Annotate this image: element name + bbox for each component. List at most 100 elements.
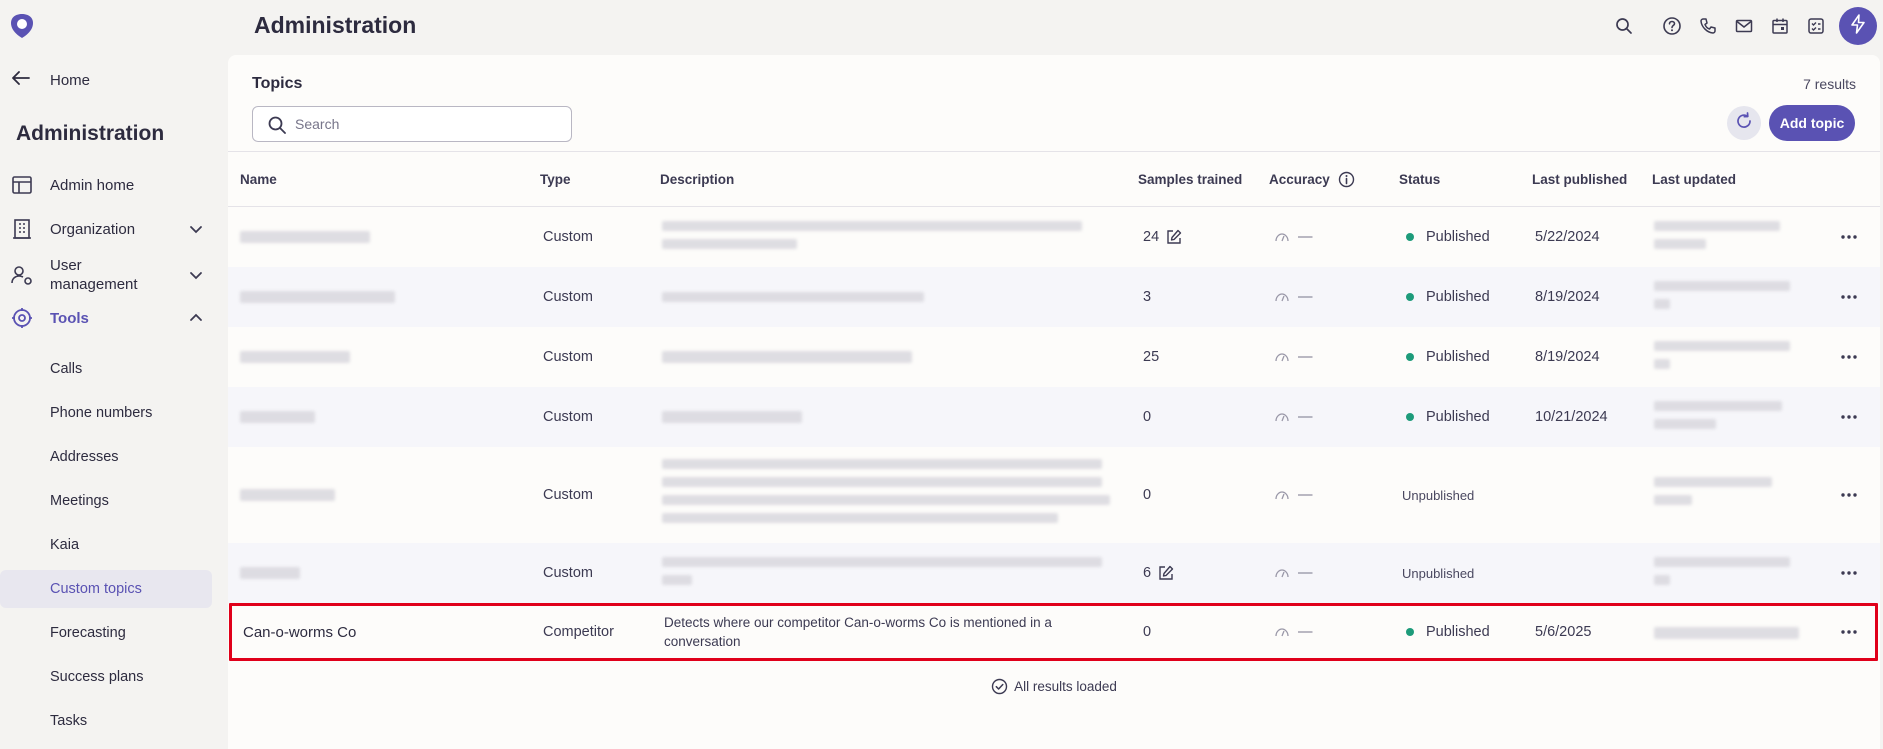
redacted-last-updated xyxy=(1654,419,1716,429)
home-link[interactable]: Home xyxy=(12,66,90,94)
all-results-loaded-label: All results loaded xyxy=(1014,678,1117,694)
redacted-description xyxy=(662,513,1058,523)
table-row[interactable]: Custom 3 — Published 8/19/2024 xyxy=(228,267,1880,327)
status-cell: Published xyxy=(1406,387,1490,447)
status-label: Published xyxy=(1426,289,1490,305)
more-horizontal-icon xyxy=(1841,415,1857,419)
published-dot-icon xyxy=(1406,293,1414,301)
sidebar-item-admin-home[interactable]: Admin home xyxy=(0,165,212,205)
samples-cell: 0 xyxy=(1143,603,1151,661)
row-more-button[interactable] xyxy=(1837,227,1861,247)
redacted-description xyxy=(662,292,924,302)
sidebar-sub-phone-numbers[interactable]: Phone numbers xyxy=(0,394,212,432)
sidebar-item-organization[interactable]: Organization xyxy=(0,209,212,249)
name-cell[interactable]: Can-o-worms Co xyxy=(243,603,356,661)
column-header-last-updated[interactable]: Last updated xyxy=(1652,152,1736,206)
row-more-button[interactable] xyxy=(1837,563,1861,583)
redacted-description xyxy=(662,495,1110,505)
redacted-description xyxy=(662,221,1082,231)
add-topic-button[interactable]: Add topic xyxy=(1769,105,1855,141)
sidebar-item-tools[interactable]: Tools xyxy=(0,298,212,338)
redacted-description xyxy=(662,575,692,585)
last-published-cell: 5/22/2024 xyxy=(1535,229,1600,245)
accuracy-value: — xyxy=(1298,409,1313,425)
column-header-description[interactable]: Description xyxy=(660,152,734,206)
sidebar-sub-label: Success plans xyxy=(50,669,144,685)
sidebar-sub-label: Kaia xyxy=(50,537,80,553)
sidebar-sub-label: Tasks xyxy=(50,713,88,729)
sidebar-sub-calls[interactable]: Calls xyxy=(0,350,212,388)
lightning-icon xyxy=(1849,13,1867,39)
calendar-icon[interactable] xyxy=(1769,15,1791,37)
gauge-icon xyxy=(1274,291,1290,303)
gauge-icon xyxy=(1274,411,1290,423)
quick-actions-button[interactable] xyxy=(1839,7,1877,45)
check-circle-icon xyxy=(991,678,1008,695)
column-header-type[interactable]: Type xyxy=(540,152,571,206)
status-label: Published xyxy=(1426,624,1490,640)
row-more-button[interactable] xyxy=(1837,347,1861,367)
table-row[interactable]: Custom 0 — Published 10/21/2024 xyxy=(228,387,1880,447)
table-row[interactable]: Custom 0 — Unpublished xyxy=(228,447,1880,543)
redacted-last-updated xyxy=(1654,575,1670,585)
sidebar-item-label: Admin home xyxy=(50,176,135,194)
last-published-cell: 10/21/2024 xyxy=(1535,409,1608,425)
search-icon[interactable] xyxy=(1613,15,1635,37)
more-horizontal-icon xyxy=(1841,571,1857,575)
table-row[interactable]: Custom 24 — Published 5/22/2024 xyxy=(228,207,1880,267)
sidebar-item-label: User management xyxy=(50,257,138,293)
phone-icon[interactable] xyxy=(1697,15,1719,37)
description-cell: Detects where our competitor Can-o-worms… xyxy=(664,615,1052,649)
table-row[interactable]: Custom 25 — Published 8/19/2024 xyxy=(228,327,1880,387)
row-more-button[interactable] xyxy=(1837,407,1861,427)
chevron-up-icon xyxy=(188,310,204,326)
sidebar-item-user-management[interactable]: User management xyxy=(0,253,212,297)
column-header-name[interactable]: Name xyxy=(240,152,277,206)
redacted-last-updated xyxy=(1654,495,1692,505)
more-horizontal-icon xyxy=(1841,630,1857,634)
sidebar-sub-label: Addresses xyxy=(50,449,119,465)
column-header-last-published[interactable]: Last published xyxy=(1532,152,1627,206)
edit-icon[interactable] xyxy=(1157,564,1175,582)
type-cell: Custom xyxy=(543,349,593,365)
table-row-highlighted[interactable]: Can-o-worms Co Competitor Detects where … xyxy=(228,603,1880,661)
sidebar-sub-forecasting[interactable]: Forecasting xyxy=(0,614,212,652)
sidebar-sub-tasks[interactable]: Tasks xyxy=(0,702,212,740)
redacted-description xyxy=(662,239,797,249)
redacted-last-updated xyxy=(1654,477,1772,487)
page-title: Administration xyxy=(254,12,417,38)
edit-icon[interactable] xyxy=(1165,228,1183,246)
redacted-description xyxy=(662,351,912,363)
refresh-button[interactable] xyxy=(1727,106,1761,140)
gauge-icon xyxy=(1274,351,1290,363)
accuracy-value: — xyxy=(1298,349,1313,365)
sidebar-sub-meetings[interactable]: Meetings xyxy=(0,482,212,520)
help-icon[interactable] xyxy=(1661,15,1683,37)
row-more-button[interactable] xyxy=(1837,485,1861,505)
published-dot-icon xyxy=(1406,233,1414,241)
table-row[interactable]: Custom 6 — Unpublished xyxy=(228,543,1880,603)
column-header-accuracy[interactable]: Accuracy xyxy=(1269,152,1355,206)
column-header-samples-trained[interactable]: Samples trained xyxy=(1138,152,1242,206)
sidebar-sub-label: Custom topics xyxy=(50,581,142,597)
samples-value: 0 xyxy=(1143,487,1152,503)
row-more-button[interactable] xyxy=(1837,622,1861,642)
sidebar-sub-custom-topics[interactable]: Custom topics xyxy=(0,570,212,608)
mail-icon[interactable] xyxy=(1733,15,1755,37)
column-header-status[interactable]: Status xyxy=(1399,152,1440,206)
status-cell: Published xyxy=(1406,327,1490,387)
sidebar-sub-addresses[interactable]: Addresses xyxy=(0,438,212,476)
sidebar-sub-kaia[interactable]: Kaia xyxy=(0,526,212,564)
redacted-last-updated xyxy=(1654,239,1706,249)
info-icon[interactable] xyxy=(1338,171,1355,188)
sidebar-sub-label: Phone numbers xyxy=(50,405,153,421)
search-input[interactable] xyxy=(295,107,565,141)
redacted-last-updated xyxy=(1654,557,1790,567)
checklist-icon[interactable] xyxy=(1805,15,1827,37)
sidebar-sub-success-plans[interactable]: Success plans xyxy=(0,658,212,696)
app-logo-icon[interactable] xyxy=(8,12,36,40)
layout-icon xyxy=(10,173,34,197)
row-more-button[interactable] xyxy=(1837,287,1861,307)
accuracy-value: — xyxy=(1298,624,1313,640)
redacted-name xyxy=(240,489,335,501)
